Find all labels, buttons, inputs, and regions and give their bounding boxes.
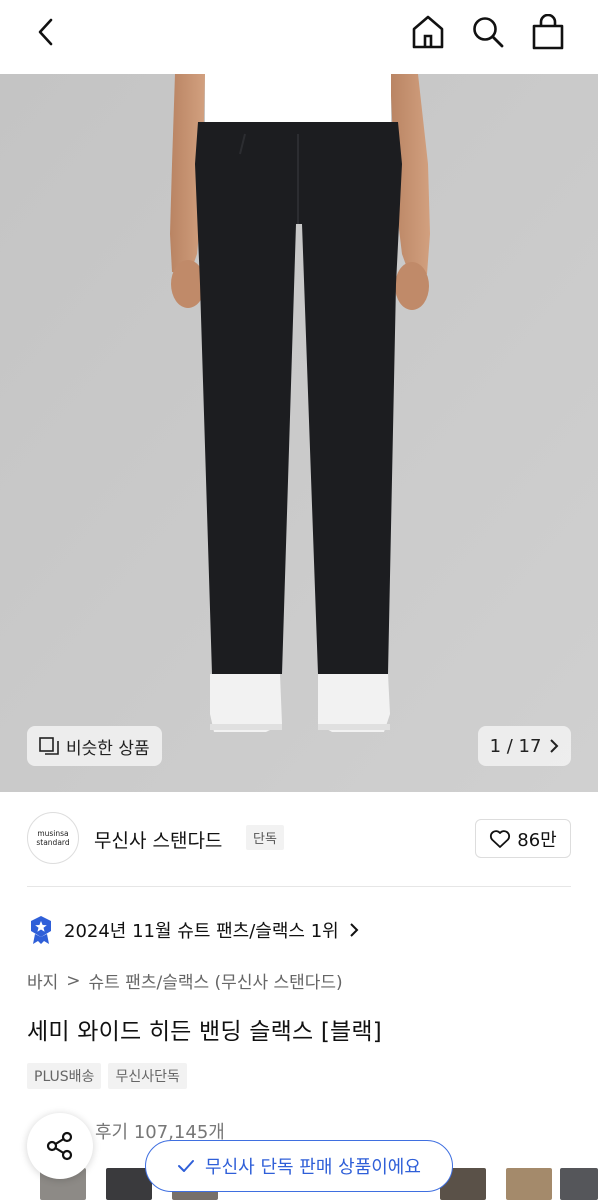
image-pager-button[interactable]: 1 / 17: [478, 726, 571, 766]
similar-products-label: 비슷한 상품: [66, 738, 150, 759]
brand-logo[interactable]: musinsa standard: [27, 812, 79, 864]
exclusive-badge: 무신사단독: [108, 1063, 187, 1089]
brand-name-link[interactable]: 무신사 스탠다드: [94, 826, 222, 853]
product-photo: [0, 74, 598, 792]
check-icon: [178, 1160, 195, 1172]
breadcrumb-level1[interactable]: 바지: [27, 968, 58, 993]
home-icon: [412, 15, 444, 49]
heart-icon: [490, 829, 511, 848]
search-button[interactable]: [468, 10, 508, 54]
breadcrumb-level2[interactable]: 슈트 팬츠/슬랙스 (무신사 스탠다드): [89, 968, 343, 993]
shopping-bag-icon: [532, 14, 564, 50]
chevron-right-icon: [350, 923, 359, 937]
share-button[interactable]: [27, 1113, 93, 1179]
search-icon: [473, 17, 504, 48]
cart-button[interactable]: [528, 10, 568, 54]
review-thumbnail[interactable]: [560, 1168, 598, 1200]
brand-exclusive-tag: 단독: [246, 825, 284, 850]
ranking-badge-icon: [31, 916, 51, 944]
brand-logo-text-1: musinsa: [37, 829, 69, 838]
product-badges: PLUS배송 무신사단독: [27, 1063, 187, 1089]
review-thumbnail[interactable]: [506, 1168, 552, 1200]
similar-items-icon: [39, 737, 59, 755]
brand-logo-text-2: standard: [36, 838, 70, 847]
breadcrumb-separator: >: [66, 970, 81, 991]
divider: [27, 886, 571, 887]
ranking-text: 2024년 11월 슈트 팬츠/슬랙스 1위: [64, 921, 339, 942]
plus-delivery-badge: PLUS배송: [27, 1063, 102, 1089]
breadcrumb: 바지 > 슈트 팬츠/슬랙스 (무신사 스탠다드): [27, 968, 343, 994]
like-button[interactable]: 86만: [475, 819, 571, 858]
ranking-link[interactable]: 2024년 11월 슈트 팬츠/슬랙스 1위: [28, 914, 359, 946]
exclusive-toast: 무신사 단독 판매 상품이에요: [145, 1140, 453, 1192]
chevron-left-icon: [38, 18, 53, 46]
chevron-right-icon: [550, 739, 559, 753]
product-title: 세미 와이드 히든 밴딩 슬랙스 [블랙]: [27, 1019, 382, 1045]
top-nav-bar: [0, 0, 598, 74]
toast-text: 무신사 단독 판매 상품이에요: [205, 1157, 421, 1178]
like-count: 86만: [517, 829, 557, 851]
back-button[interactable]: [26, 10, 66, 54]
home-button[interactable]: [408, 10, 448, 54]
product-image-gallery[interactable]: 비슷한 상품 1 / 17: [0, 74, 598, 792]
similar-products-button[interactable]: 비슷한 상품: [27, 726, 162, 766]
brand-row: musinsa standard 무신사 스탠다드 단독 86만: [0, 792, 598, 886]
share-icon: [46, 1131, 73, 1161]
image-pager-count: 1 / 17: [489, 735, 542, 757]
